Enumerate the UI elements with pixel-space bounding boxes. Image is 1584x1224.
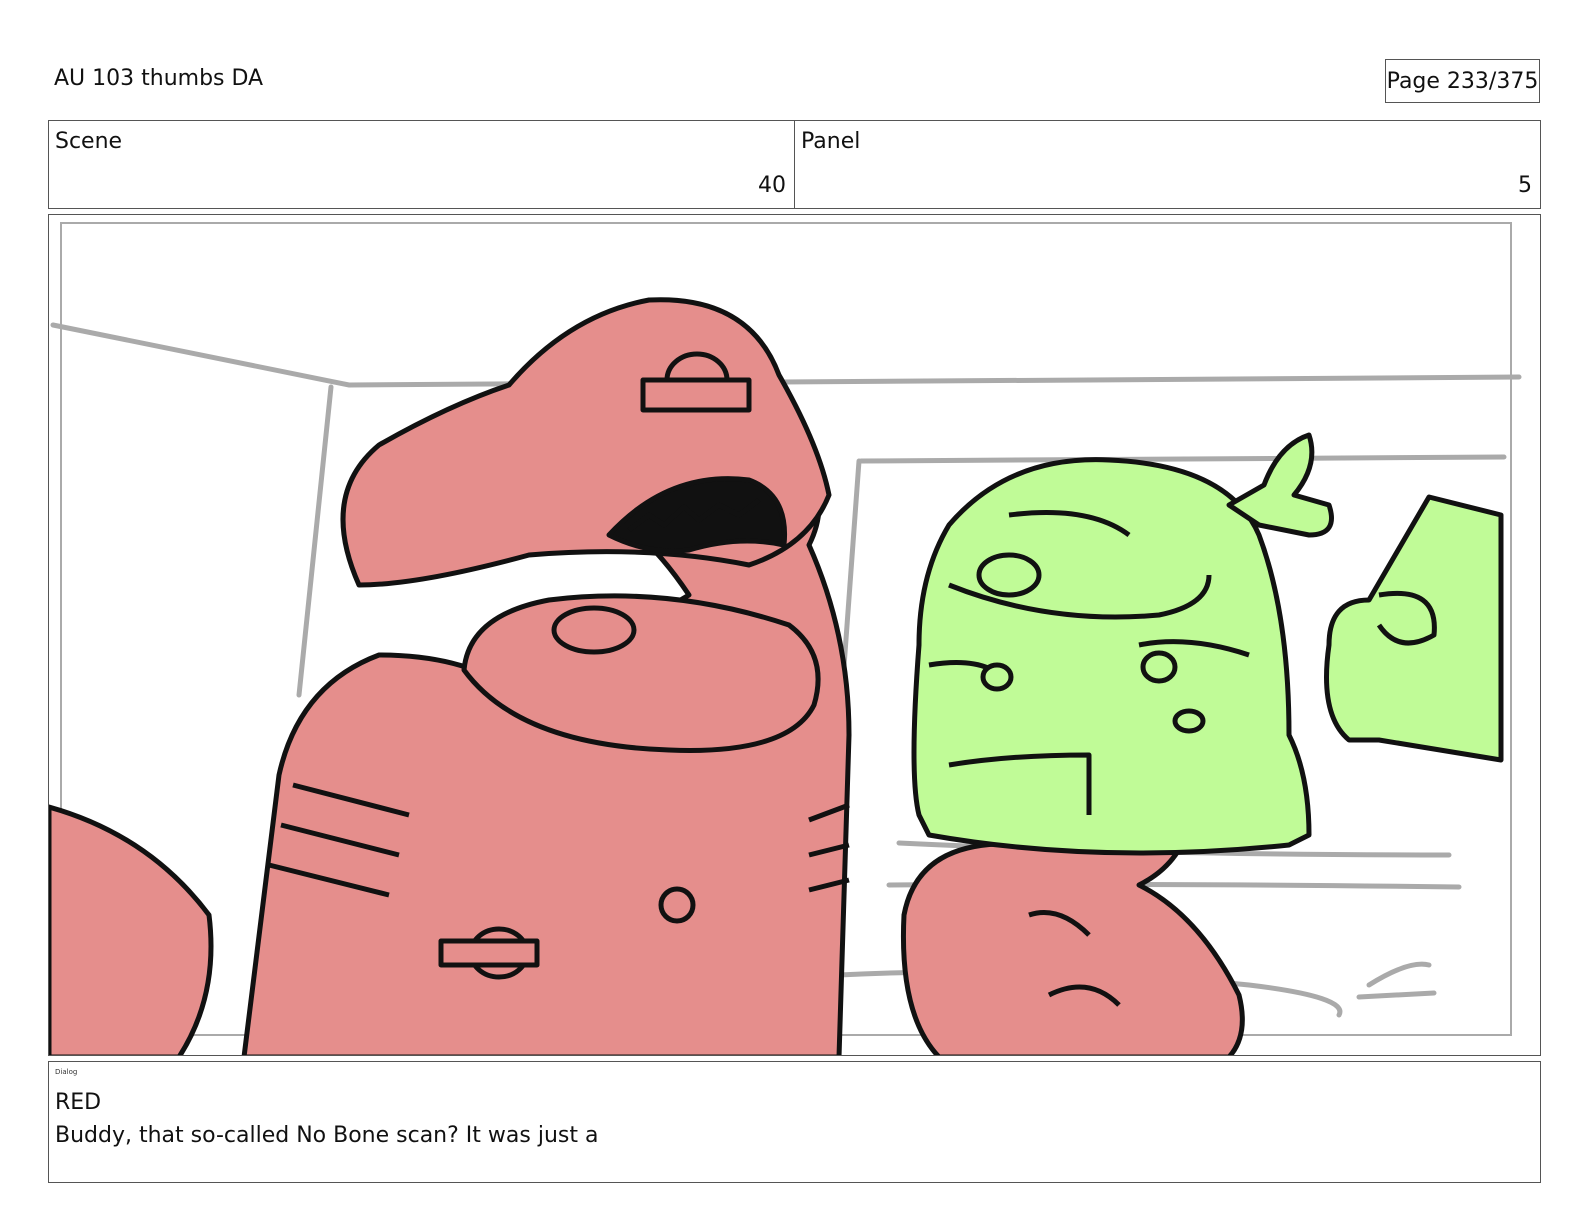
panel-cell: Panel 5 <box>794 121 1540 208</box>
scene-label: Scene <box>55 129 123 154</box>
scene-value: 40 <box>758 173 786 198</box>
dialog-label: Dialog <box>55 1068 78 1076</box>
panel-value: 5 <box>1518 173 1532 198</box>
panel-label: Panel <box>801 129 861 154</box>
scene-cell: Scene 40 <box>49 121 794 208</box>
dialog-line: Buddy, that so-called No Bone scan? It w… <box>55 1123 599 1148</box>
document-title: AU 103 thumbs DA <box>54 66 264 91</box>
storyboard-image-frame <box>48 214 1541 1056</box>
scene-panel-info-row: Scene 40 Panel 5 <box>48 120 1541 209</box>
storyboard-drawing <box>49 222 1522 1055</box>
green-crewmate <box>911 432 1504 856</box>
dialog-speaker: RED <box>55 1090 102 1115</box>
page-indicator: Page 233/375 <box>1385 59 1540 103</box>
dialog-box: Dialog RED Buddy, that so-called No Bone… <box>48 1061 1541 1183</box>
